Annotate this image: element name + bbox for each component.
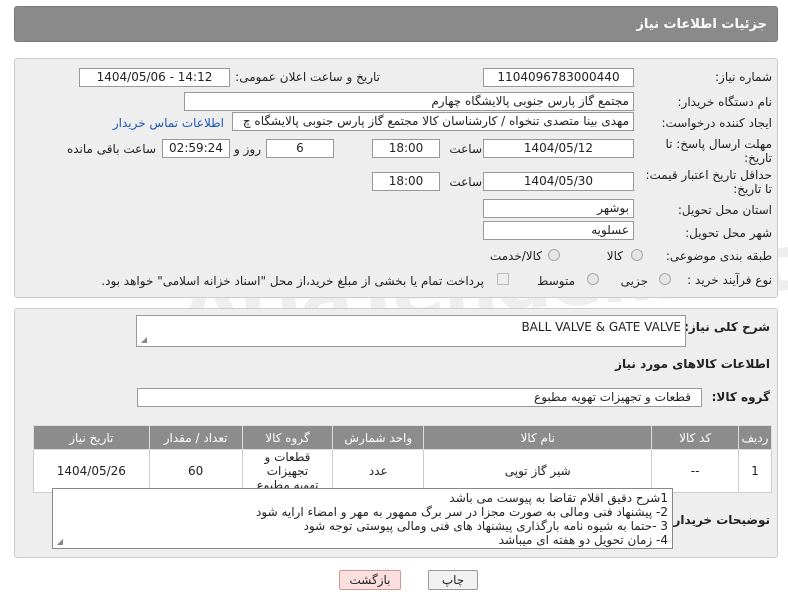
announce-datetime-label: تاریخ و ساعت اعلان عمومی: (235, 70, 380, 84)
category-goods-radio[interactable] (631, 249, 643, 261)
reply-deadline-label-line2: تاریخ: (744, 151, 772, 165)
cell-group-line1: قطعات و تجهیزات (264, 450, 311, 478)
buyer-contact-link[interactable]: اطلاعات تماس خریدار (113, 116, 224, 130)
price-validity-label-line1: حداقل تاریخ اعتبار قیمت: (645, 168, 772, 182)
cell-row-number: 1 (737, 449, 773, 493)
category-goods-label: کالا (606, 249, 623, 263)
buyer-org-label: نام دستگاه خریدار: (677, 95, 773, 109)
treasury-payment-checkbox[interactable] (497, 273, 509, 285)
resize-handle-icon[interactable]: ◢ (55, 538, 63, 546)
buyer-org-field[interactable]: مجتمع گاز پارس جنوبی پالایشگاه چهارم (184, 92, 634, 111)
purchase-type-label: نوع فرآیند خرید : (687, 273, 772, 287)
price-validity-label-line2: تا تاریخ: (733, 182, 772, 196)
page-title: جزئیات اطلاعات نیاز (636, 17, 767, 32)
purchase-type-medium-radio[interactable] (587, 273, 599, 285)
category-label: طبقه بندی موضوعی: (665, 249, 772, 263)
back-button[interactable]: بازگشت (339, 570, 401, 590)
goods-section-title: اطلاعات کالاهای مورد نیاز (615, 357, 770, 371)
price-validity-time-field[interactable]: 18:00 (372, 172, 440, 191)
summary-label: شرح کلی نیاز: (684, 320, 770, 334)
buyer-note-line: 4- زمان تحویل دو هفته ای میباشد (498, 533, 668, 547)
treasury-payment-note: پرداخت تمام یا بخشی از مبلغ خرید،از محل … (101, 274, 484, 288)
purchase-type-minor-label: جزیی (620, 274, 648, 288)
buyer-notes-label: توضیحات خریدار: (668, 513, 770, 527)
print-button[interactable]: چاپ (428, 570, 478, 590)
delivery-province-label: استان محل تحویل: (677, 203, 772, 217)
buyer-notes-field[interactable]: 1شرح دقیق اقلام تقاضا به پیوست می باشد 2… (52, 488, 673, 549)
buyer-note-line: 3 -حتما به شیوه نامه بارگذاری پیشنهاد ها… (303, 519, 668, 533)
cell-unit: عدد (332, 449, 425, 493)
goods-table-header: ردیف کد کالا نام کالا واحد شمارش گروه کا… (33, 425, 773, 450)
cell-qty: 60 (148, 449, 243, 493)
need-number-label: شماره نیاز: (715, 70, 772, 84)
need-number-field[interactable]: 1104096783000440 (483, 68, 634, 87)
purchase-type-minor-radio[interactable] (659, 273, 671, 285)
col-header-row: ردیف (737, 425, 773, 450)
category-goods-service-radio[interactable] (548, 249, 560, 261)
creator-label: ایجاد کننده درخواست: (661, 116, 772, 130)
price-time-label: ساعت (449, 175, 482, 189)
cell-date: 1404/05/26 (33, 449, 150, 493)
days-remaining-field[interactable]: 6 (266, 139, 334, 158)
panel-title-bar: جزئیات اطلاعات نیاز (14, 6, 778, 42)
goods-group-label: گروه کالا: (711, 390, 770, 404)
delivery-province-field[interactable]: بوشهر (483, 199, 634, 218)
reply-deadline-date-field[interactable]: 1404/05/12 (483, 139, 634, 158)
purchase-type-medium-label: متوسط (537, 274, 575, 288)
col-header-unit: واحد شمارش (332, 425, 425, 450)
goods-table: ردیف کد کالا نام کالا واحد شمارش گروه کا… (33, 425, 773, 493)
buyer-note-line: 2- پیشنهاد فنی ومالی به صورت مجزا در سر … (256, 505, 668, 519)
time-remaining-field[interactable]: 02:59:24 (162, 139, 230, 158)
announce-datetime-field[interactable]: 1404/05/06 - 14:12 (79, 68, 230, 87)
delivery-city-field[interactable]: عسلویه (483, 221, 634, 240)
price-validity-date-field[interactable]: 1404/05/30 (483, 172, 634, 191)
creator-field[interactable]: مهدی بینا متصدی تنخواه / کارشناسان کالا … (232, 112, 634, 131)
category-goods-service-label: کالا/خدمت (489, 249, 542, 263)
col-header-qty: تعداد / مقدار (148, 425, 243, 450)
summary-field[interactable]: BALL VALVE & GATE VALVE ◢ (136, 315, 686, 347)
col-header-code: کد کالا (651, 425, 739, 450)
resize-handle-icon[interactable]: ◢ (139, 336, 147, 344)
reply-deadline-time-field[interactable]: 18:00 (372, 139, 440, 158)
reply-deadline-label-line1: مهلت ارسال پاسخ: تا (665, 137, 772, 151)
goods-group-field[interactable]: قطعات و تجهیزات تهویه مطبوع (137, 388, 702, 407)
cell-name: شیر گاز توپی (423, 449, 653, 493)
col-header-name: نام کالا (423, 425, 653, 450)
days-label: روز و (234, 142, 261, 156)
delivery-city-label: شهر محل تحویل: (685, 226, 772, 240)
cell-code: -- (651, 449, 739, 493)
time-remaining-label: ساعت باقی مانده (66, 142, 156, 156)
col-header-date: تاریخ نیاز (33, 425, 150, 450)
table-row[interactable]: 1 -- شیر گاز توپی عدد قطعات و تجهیزات ته… (33, 449, 773, 493)
buyer-note-line: 1شرح دقیق اقلام تقاضا به پیوست می باشد (449, 491, 668, 505)
cell-group: قطعات و تجهیزات تهویه مطبوع (241, 449, 334, 493)
col-header-group: گروه کالا (241, 425, 334, 450)
summary-value: BALL VALVE & GATE VALVE (521, 320, 681, 334)
reply-time-label: ساعت (449, 142, 482, 156)
